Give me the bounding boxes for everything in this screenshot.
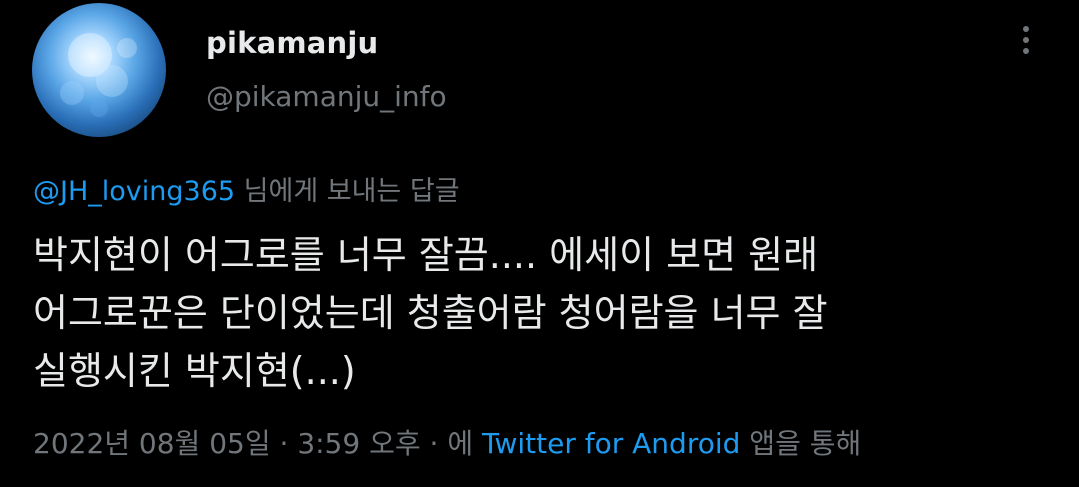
tweet-time[interactable]: 3:59 오후 [297,427,420,460]
tweet-line: 실행시킨 박지현(...) [33,349,356,393]
avatar[interactable] [32,3,166,137]
source-app-link[interactable]: Twitter for Android [482,427,740,460]
more-vertical-icon [1023,26,1029,54]
meta-separator: · [420,427,448,460]
source-suffix: 앱을 통해 [740,427,862,460]
tweet-text: 박지현이 어그로를 너무 잘끔.... 에세이 보면 원래 어그로꾼은 단이었는… [33,226,1053,400]
moon-avatar-image [60,33,137,117]
display-name[interactable]: pikamanju [206,26,378,60]
meta-separator: · [270,427,298,460]
reply-suffix: 님에게 보내는 답글 [235,176,460,207]
tweet-line: 어그로꾼은 단이었는데 청출어람 청어람을 너무 잘 [33,291,828,335]
tweet-line: 박지현이 어그로를 너무 잘끔.... 에세이 보면 원래 [33,233,819,277]
handle[interactable]: @pikamanju_info [206,80,447,113]
replying-to: @JH_loving365 님에게 보내는 답글 [33,169,460,208]
source-prefix: 에 [447,427,482,460]
tweet-metadata: 2022년 08월 05일 · 3:59 오후 · 에 Twitter for … [33,422,861,462]
more-button[interactable] [1008,20,1044,60]
reply-mention-link[interactable]: @JH_loving365 [33,176,235,207]
tweet-date[interactable]: 2022년 08월 05일 [33,427,271,460]
